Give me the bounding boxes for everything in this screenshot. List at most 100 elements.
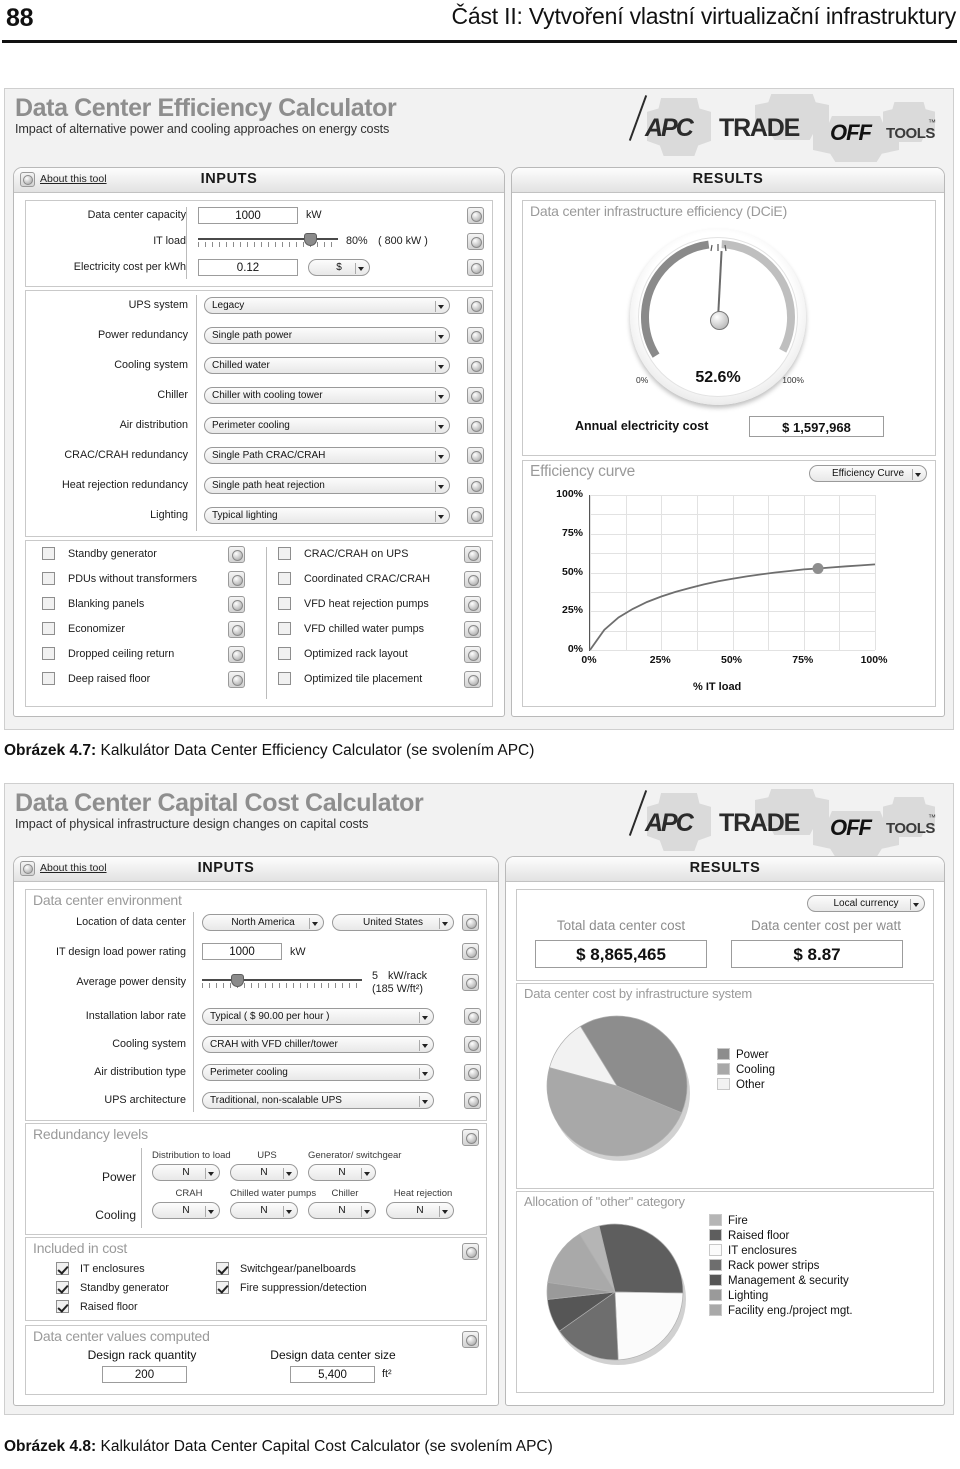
label-divider bbox=[193, 912, 194, 1112]
dropdown-1[interactable]: Single path power bbox=[204, 327, 450, 344]
dropdown-6[interactable]: Single path heat rejection bbox=[204, 477, 450, 494]
redundancy-cooling-select-0[interactable]: N bbox=[152, 1202, 220, 1219]
env-dropdown-0[interactable]: Typical ( $ 90.00 per hour ) bbox=[202, 1008, 434, 1025]
dropdown-help-icon-7[interactable] bbox=[467, 507, 484, 529]
dropdown-value-0: Legacy bbox=[212, 300, 245, 311]
included-right-checkbox-1[interactable] bbox=[216, 1281, 229, 1299]
computed-help-icon[interactable] bbox=[462, 1331, 479, 1353]
it-design-load-input[interactable]: 1000 bbox=[202, 943, 282, 960]
other-allocation-legend: Fire Raised floor IT enclosures Rack power … bbox=[709, 1214, 853, 1319]
option-left-help-icon-1[interactable] bbox=[228, 571, 245, 593]
option-right-help-icon-3[interactable] bbox=[464, 621, 481, 643]
included-left-checkbox-1[interactable] bbox=[56, 1281, 69, 1299]
option-left-checkbox-0[interactable] bbox=[42, 547, 55, 565]
slider-knob[interactable] bbox=[304, 233, 317, 246]
cost-by-system-legend-label-0: Power bbox=[736, 1049, 769, 1061]
dropdown-help-icon-1[interactable] bbox=[467, 327, 484, 349]
dropdown-5[interactable]: Single Path CRAC/CRAH bbox=[204, 447, 450, 464]
dropdown-help-icon-2[interactable] bbox=[467, 357, 484, 379]
env-dropdown-3[interactable]: Traditional, non-scalable UPS bbox=[202, 1092, 434, 1109]
option-left-checkbox-3[interactable] bbox=[42, 622, 55, 640]
redundancy-power-select-0[interactable]: N bbox=[152, 1164, 220, 1181]
dropdown-help-icon-5[interactable] bbox=[467, 447, 484, 469]
option-right-help-icon-2[interactable] bbox=[464, 596, 481, 618]
option-left-help-icon-0[interactable] bbox=[228, 546, 245, 568]
power-density-help-icon[interactable] bbox=[462, 974, 479, 996]
inputs-title: INPUTS bbox=[200, 171, 258, 187]
option-right-checkbox-5[interactable] bbox=[278, 672, 291, 690]
it-load-help-icon[interactable] bbox=[467, 233, 484, 255]
cost-by-system-legend-item-0: Power bbox=[717, 1048, 775, 1061]
option-right-checkbox-0[interactable] bbox=[278, 547, 291, 565]
option-left-help-icon-2[interactable] bbox=[228, 596, 245, 618]
option-right-checkbox-4[interactable] bbox=[278, 647, 291, 665]
included-left-checkbox-0[interactable] bbox=[56, 1262, 69, 1280]
computed-group-title: Data center values computed bbox=[33, 1328, 210, 1344]
option-left-checkbox-1[interactable] bbox=[42, 572, 55, 590]
other-allocation-legend-swatch-2 bbox=[709, 1244, 722, 1256]
redundancy-power-select-2[interactable]: N bbox=[308, 1164, 376, 1181]
dropdown-3[interactable]: Chiller with cooling tower bbox=[204, 387, 450, 404]
option-right-checkbox-1[interactable] bbox=[278, 572, 291, 590]
dropdown-7[interactable]: Typical lighting bbox=[204, 507, 450, 524]
env-dropdown-2[interactable]: Perimeter cooling bbox=[202, 1064, 434, 1081]
it-design-load-label: IT design load power rating bbox=[55, 946, 186, 958]
option-right-help-icon-0[interactable] bbox=[464, 546, 481, 568]
efficiency-curve-select[interactable]: Efficiency Curve bbox=[809, 465, 927, 482]
dropdown-help-icon-6[interactable] bbox=[467, 477, 484, 499]
figure-47-caption: Obrázek 4.7: Kalkulátor Data Center Effi… bbox=[4, 742, 534, 760]
included-help-icon[interactable] bbox=[462, 1243, 479, 1265]
redundancy-cooling-select-3[interactable]: N bbox=[386, 1202, 454, 1219]
option-left-checkbox-5[interactable] bbox=[42, 672, 55, 690]
location-region-select[interactable]: North America bbox=[202, 914, 324, 931]
option-left-checkbox-4[interactable] bbox=[42, 647, 55, 665]
local-currency-select[interactable]: Local currency bbox=[807, 895, 925, 912]
annual-cost-value: $ 1,597,968 bbox=[749, 416, 884, 437]
electricity-cost-help-icon[interactable] bbox=[467, 259, 484, 281]
results-title: RESULTS bbox=[689, 860, 761, 876]
other-allocation-legend-label-4: Management & security bbox=[728, 1275, 849, 1287]
data-center-capacity-input[interactable]: 1000 bbox=[198, 207, 298, 224]
location-country-select[interactable]: United States bbox=[332, 914, 454, 931]
design-rack-qty-label: Design rack quantity bbox=[87, 1348, 197, 1362]
it-design-load-help-icon[interactable] bbox=[462, 943, 479, 965]
dropdown-0[interactable]: Legacy bbox=[204, 297, 450, 314]
efficiency-tool-title: Data Center Efficiency Calculator bbox=[15, 94, 397, 122]
included-left-checkbox-2[interactable] bbox=[56, 1300, 69, 1318]
env-dropdown-label-3: UPS architecture bbox=[104, 1094, 186, 1106]
env-dropdown-help-icon-0[interactable] bbox=[464, 1008, 481, 1030]
option-left-checkbox-2[interactable] bbox=[42, 597, 55, 615]
option-right-help-icon-1[interactable] bbox=[464, 571, 481, 593]
option-right-checkbox-2[interactable] bbox=[278, 597, 291, 615]
included-right-checkbox-0[interactable] bbox=[216, 1262, 229, 1280]
dropdown-2[interactable]: Chilled water bbox=[204, 357, 450, 374]
env-dropdown-help-icon-2[interactable] bbox=[464, 1064, 481, 1086]
cost-by-system-group: Data center cost by infrastructure syste… bbox=[516, 983, 934, 1189]
env-dropdown-help-icon-1[interactable] bbox=[464, 1036, 481, 1058]
it-load-slider[interactable] bbox=[198, 233, 338, 247]
dropdown-help-icon-3[interactable] bbox=[467, 387, 484, 409]
redundancy-cooling-select-1[interactable]: N bbox=[230, 1202, 298, 1219]
electricity-cost-input[interactable]: 0.12 bbox=[198, 259, 298, 276]
dropdown-help-icon-0[interactable] bbox=[467, 297, 484, 319]
redundancy-help-icon[interactable] bbox=[462, 1129, 479, 1151]
logo-off-text: OFF bbox=[830, 120, 872, 145]
option-left-help-icon-3[interactable] bbox=[228, 621, 245, 643]
capacity-help-icon[interactable] bbox=[467, 207, 484, 229]
dropdown-4[interactable]: Perimeter cooling bbox=[204, 417, 450, 434]
dropdown-help-icon-4[interactable] bbox=[467, 417, 484, 439]
option-right-help-icon-5[interactable] bbox=[464, 671, 481, 693]
redundancy-cooling-select-2[interactable]: N bbox=[308, 1202, 376, 1219]
option-left-help-icon-5[interactable] bbox=[228, 671, 245, 693]
currency-select[interactable]: $ bbox=[308, 259, 370, 276]
power-density-slider[interactable] bbox=[202, 974, 362, 988]
option-right-help-icon-4[interactable] bbox=[464, 646, 481, 668]
option-right-checkbox-3[interactable] bbox=[278, 622, 291, 640]
results-title: RESULTS bbox=[692, 171, 764, 187]
option-left-help-icon-4[interactable] bbox=[228, 646, 245, 668]
other-allocation-legend-label-5: Lighting bbox=[728, 1290, 769, 1302]
env-dropdown-1[interactable]: CRAH with VFD chiller/tower bbox=[202, 1036, 434, 1053]
redundancy-power-select-1[interactable]: N bbox=[230, 1164, 298, 1181]
env-dropdown-help-icon-3[interactable] bbox=[464, 1092, 481, 1114]
location-help-icon[interactable] bbox=[462, 914, 479, 936]
